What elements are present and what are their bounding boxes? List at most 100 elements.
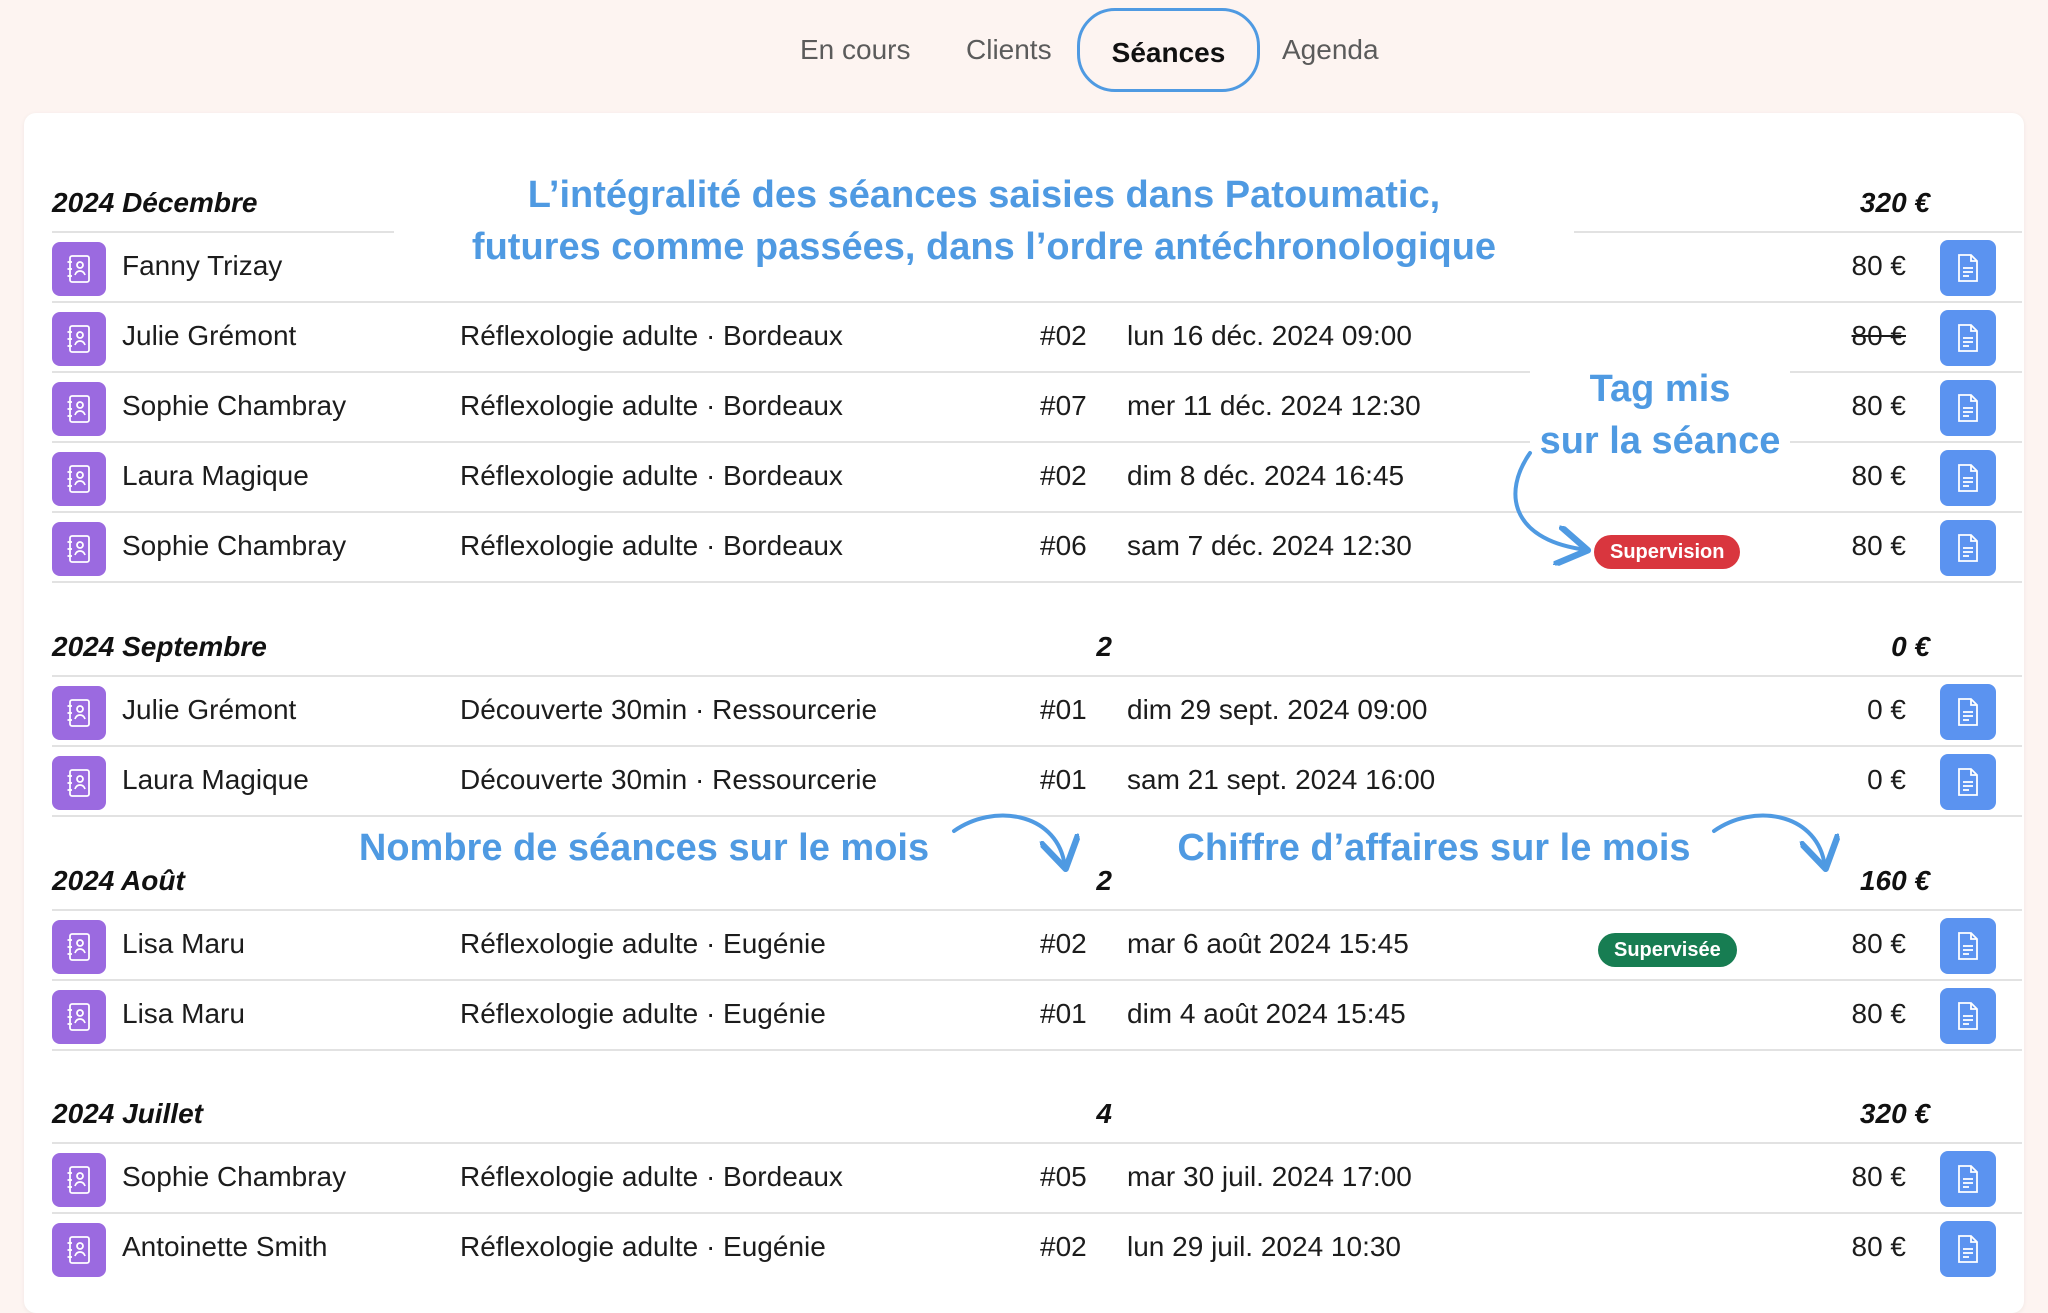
session-type: Réflexologie adulte · Eugénie: [460, 998, 826, 1029]
annotation-tag-line1: Tag mis: [1589, 368, 1731, 410]
session-type: Réflexologie adulte · Bordeaux: [460, 390, 843, 421]
client-name[interactable]: Sophie Chambray: [122, 1161, 346, 1193]
month-total: 320 €: [1859, 1098, 1930, 1129]
tab-seances[interactable]: Séances: [1077, 8, 1260, 92]
session-price: 0 €: [1867, 694, 1906, 725]
divider: [52, 581, 2022, 583]
client-name[interactable]: Sophie Chambray: [122, 530, 346, 562]
client-name[interactable]: Julie Grémont: [122, 694, 296, 726]
session-price: 80 €: [1851, 998, 1907, 1029]
document-icon[interactable]: [1940, 684, 1996, 740]
divider: [52, 1212, 2022, 1214]
contact-book-icon[interactable]: [52, 1153, 106, 1207]
session-number: #02: [1040, 1231, 1087, 1262]
divider: [52, 1049, 2022, 1051]
tab-en-cours[interactable]: En cours: [800, 8, 911, 92]
session-number: #01: [1040, 998, 1087, 1029]
divider: [52, 1142, 2022, 1144]
divider: [52, 511, 2022, 513]
annotation-intro: L’intégralité des séances saisies dans P…: [394, 165, 1574, 277]
document-icon[interactable]: [1940, 240, 1996, 296]
contact-book-icon[interactable]: [52, 686, 106, 740]
session-date: dim 29 sept. 2024 09:00: [1127, 694, 1428, 725]
contact-book-icon[interactable]: [52, 312, 106, 366]
tag-supervision: Supervision: [1594, 535, 1741, 569]
divider: [52, 301, 2022, 303]
session-type: Réflexologie adulte · Eugénie: [460, 928, 826, 959]
contact-book-icon[interactable]: [52, 920, 106, 974]
annotation-intro-line2: futures comme passées, dans l’ordre anté…: [471, 226, 1497, 268]
contact-book-icon[interactable]: [52, 756, 106, 810]
client-name[interactable]: Sophie Chambray: [122, 390, 346, 422]
month-total: 320 €: [1859, 187, 1930, 218]
tag-supervisee: Supervisée: [1598, 933, 1737, 967]
session-price: 80 €: [1851, 530, 1907, 561]
session-number: #01: [1040, 694, 1087, 725]
annotation-tag: Tag mis sur la séance: [1530, 361, 1790, 469]
session-type: Réflexologie adulte · Bordeaux: [460, 1161, 843, 1192]
session-type: Découverte 30min · Ressourcerie: [460, 764, 878, 795]
tab-bar: En cours Clients Séances Agenda: [0, 0, 2048, 100]
session-type: Réflexologie adulte · Bordeaux: [460, 460, 843, 491]
client-name[interactable]: Lisa Maru: [122, 928, 245, 960]
session-date: dim 4 août 2024 15:45: [1127, 998, 1406, 1029]
contact-book-icon[interactable]: [52, 382, 106, 436]
document-icon[interactable]: [1940, 988, 1996, 1044]
contact-book-icon[interactable]: [52, 1223, 106, 1277]
divider: [52, 745, 2022, 747]
session-date: mar 30 juil. 2024 17:00: [1127, 1161, 1412, 1192]
client-name[interactable]: Fanny Trizay: [122, 250, 282, 282]
session-price: 80 €: [1851, 928, 1907, 959]
session-type: Réflexologie adulte · Bordeaux: [460, 530, 843, 561]
contact-book-icon[interactable]: [52, 242, 106, 296]
document-icon[interactable]: [1940, 450, 1996, 506]
client-name[interactable]: Julie Grémont: [122, 320, 296, 352]
annotation-revenue: Chiffre d’affaires sur le mois: [1154, 823, 1714, 873]
sessions-panel: 2024 Décembre 320 € Fanny Trizay 80 € Ju…: [24, 113, 2024, 1313]
session-number: #06: [1040, 530, 1087, 561]
client-name[interactable]: Laura Magique: [122, 460, 309, 492]
session-number: #01: [1040, 764, 1087, 795]
document-icon[interactable]: [1940, 380, 1996, 436]
month-count: 2: [1096, 631, 1112, 662]
client-name[interactable]: Antoinette Smith: [122, 1231, 327, 1263]
divider: [52, 909, 2022, 911]
month-count: 4: [1096, 1098, 1112, 1129]
session-number: #05: [1040, 1161, 1087, 1192]
document-icon[interactable]: [1940, 754, 1996, 810]
document-icon[interactable]: [1940, 918, 1996, 974]
document-icon[interactable]: [1940, 310, 1996, 366]
session-number: #02: [1040, 320, 1087, 351]
contact-book-icon[interactable]: [52, 452, 106, 506]
tab-clients[interactable]: Clients: [966, 8, 1052, 92]
session-type: Réflexologie adulte · Bordeaux: [460, 320, 843, 351]
month-title: 2024 Décembre: [52, 187, 258, 218]
divider: [52, 979, 2022, 981]
document-icon[interactable]: [1940, 1151, 1996, 1207]
session-price: 80 €: [1851, 1231, 1907, 1262]
month-title: 2024 Septembre: [52, 631, 267, 662]
annotation-tag-line2: sur la séance: [1539, 420, 1781, 462]
arrow-to-count: [952, 813, 1064, 861]
document-icon[interactable]: [1940, 520, 1996, 576]
session-type: Découverte 30min · Ressourcerie: [460, 694, 878, 725]
client-name[interactable]: Lisa Maru: [122, 998, 245, 1030]
session-date: dim 8 déc. 2024 16:45: [1127, 460, 1405, 491]
tab-agenda[interactable]: Agenda: [1282, 8, 1379, 92]
divider: [52, 815, 2022, 817]
annotation-arrows: [952, 451, 2024, 1313]
month-title: 2024 Août: [52, 865, 185, 896]
contact-book-icon[interactable]: [52, 522, 106, 576]
divider: [52, 675, 2022, 677]
month-total: 0 €: [1891, 631, 1930, 662]
contact-book-icon[interactable]: [52, 990, 106, 1044]
annotation-count: Nombre de séances sur le mois: [324, 823, 964, 873]
session-price: 0 €: [1867, 764, 1906, 795]
session-number: #02: [1040, 928, 1087, 959]
session-date: lun 29 juil. 2024 10:30: [1127, 1231, 1401, 1262]
month-title: 2024 Juillet: [52, 1098, 203, 1129]
client-name[interactable]: Laura Magique: [122, 764, 309, 796]
document-icon[interactable]: [1940, 1221, 1996, 1277]
session-price: 80 €: [1851, 1161, 1907, 1192]
session-number: #07: [1040, 390, 1087, 421]
